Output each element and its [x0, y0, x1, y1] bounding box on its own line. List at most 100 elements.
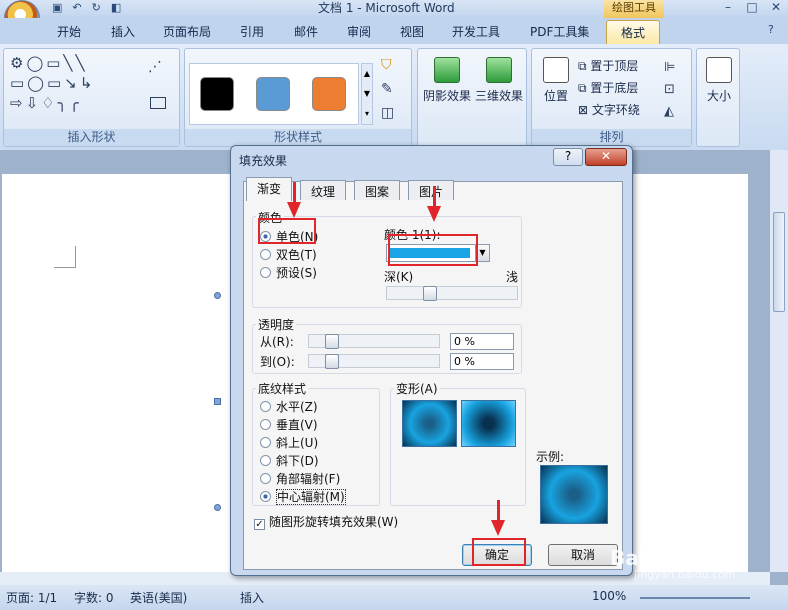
tab-pattern[interactable]: 图案 — [354, 180, 401, 200]
minimize-icon[interactable]: – — [716, 0, 740, 18]
tab-mailings[interactable]: 邮件 — [294, 23, 318, 40]
word-count[interactable]: 字数: 0 — [74, 589, 114, 606]
tab-picture[interactable]: 图片 — [408, 180, 455, 200]
tab-insert[interactable]: 插入 — [111, 23, 135, 40]
selection-handle[interactable] — [214, 398, 221, 405]
help-icon[interactable]: ? — [768, 23, 774, 36]
red-arrow-icon — [287, 202, 301, 218]
language[interactable]: 英语(美国) — [130, 589, 187, 606]
send-to-back-button[interactable]: ⧉ 置于底层 — [578, 79, 638, 96]
page-count[interactable]: 页面: 1/1 — [6, 589, 57, 606]
variants-label: 变形(A) — [394, 380, 440, 397]
radio-diagonal-down[interactable]: 斜下(D) — [260, 452, 319, 469]
help-button[interactable]: ? — [553, 148, 583, 166]
tab-view[interactable]: 视图 — [400, 23, 424, 40]
insert-mode[interactable]: 插入 — [240, 589, 264, 606]
text-wrap-button[interactable]: ⊠ 文字环绕 — [578, 101, 640, 118]
tab-developer[interactable]: 开发工具 — [452, 23, 500, 40]
shading-styles-label: 底纹样式 — [256, 380, 309, 397]
shadow-effects-button[interactable]: 阴影效果 — [422, 55, 472, 115]
dialog-close-button[interactable]: ✕ — [585, 148, 627, 166]
print-preview-icon[interactable]: ◧ — [111, 1, 121, 17]
change-shape-icon[interactable]: ◫ — [381, 105, 394, 121]
radio-preset[interactable]: 预设(S) — [260, 264, 317, 281]
red-arrow-icon — [427, 206, 441, 222]
dialog-title: 填充效果 — [239, 154, 288, 168]
undo-icon[interactable]: ↶ — [72, 1, 81, 17]
radio-horizontal[interactable]: 水平(Z) — [260, 398, 318, 415]
tab-pdf-tools[interactable]: PDF工具集 — [530, 23, 589, 40]
window-title: 文档 1 - Microsoft Word — [318, 1, 455, 15]
bring-front-icon: ⧉ — [578, 59, 591, 73]
selection-handle[interactable] — [214, 292, 221, 299]
redo-icon[interactable]: ↻ — [92, 1, 101, 17]
close-window-icon[interactable]: ✕ — [764, 0, 788, 18]
tab-home[interactable]: 开始 — [57, 23, 81, 40]
variant-1[interactable] — [402, 400, 457, 447]
highlight-ok — [472, 538, 526, 566]
3d-icon — [486, 57, 512, 83]
group-label: 插入形状 — [4, 129, 179, 146]
to-value-input[interactable]: 0 % — [450, 353, 514, 370]
tab-references[interactable]: 引用 — [240, 23, 264, 40]
fill-bucket-icon[interactable]: ⛉ — [381, 57, 392, 73]
maximize-icon[interactable]: □ — [740, 0, 764, 18]
slider-thumb[interactable] — [325, 334, 339, 349]
gallery-scroll[interactable]: ▲ ▼ ▾ — [361, 63, 373, 125]
arrow-stem — [293, 182, 296, 204]
radio-from-corner[interactable]: 角部辐射(F) — [260, 470, 340, 487]
tab-texture[interactable]: 纹理 — [300, 180, 347, 200]
shapes-gallery[interactable]: ⚙◯▭╲╲ ▭◯▭↘↳ ⇨⇩♢╮╭ — [10, 53, 134, 115]
status-bar: 页面: 1/1 字数: 0 英语(美国) 插入 100% — [0, 585, 788, 610]
dark-label: 深(K) — [384, 270, 414, 284]
highlight-color1 — [388, 234, 478, 266]
radio-diagonal-up[interactable]: 斜上(U) — [260, 434, 318, 451]
context-tab-drawing-tools: 绘图工具 — [604, 0, 664, 18]
size-button[interactable]: 大小 — [699, 55, 739, 115]
tab-review[interactable]: 审阅 — [347, 23, 371, 40]
bring-to-front-button[interactable]: ⧉ 置于顶层 — [578, 57, 638, 74]
align-icons[interactable]: ⊫ ⊡ ◭ — [664, 57, 675, 123]
tab-gradient[interactable]: 渐变 — [246, 177, 293, 201]
position-button[interactable]: 位置 — [536, 55, 576, 115]
from-slider[interactable] — [308, 334, 440, 349]
scroll-thumb[interactable] — [773, 212, 785, 312]
to-slider[interactable] — [308, 354, 440, 369]
outline-pen-icon[interactable]: ✎ — [381, 81, 393, 97]
position-icon — [543, 57, 569, 83]
group-label: 排列 — [532, 129, 691, 146]
sample-label: 示例: — [536, 450, 565, 464]
tab-format[interactable]: 格式 — [606, 20, 661, 46]
selection-handle[interactable] — [214, 504, 221, 511]
vertical-scrollbar[interactable] — [770, 150, 788, 572]
style-swatch-orange[interactable] — [312, 77, 346, 111]
3d-effects-button[interactable]: 三维效果 — [474, 55, 524, 115]
text-box-icon[interactable] — [150, 97, 166, 109]
light-label: 浅 — [506, 270, 519, 284]
edit-shape-icon[interactable]: ⋰ — [148, 59, 162, 75]
style-swatch-black[interactable] — [200, 77, 234, 111]
variant-2[interactable] — [461, 400, 516, 447]
ribbon-tabs: 开始 插入 页面布局 引用 邮件 审阅 视图 开发工具 PDF工具集 格式 ? — [0, 18, 788, 46]
style-swatch-blue[interactable] — [256, 77, 290, 111]
cancel-button[interactable]: 取消 — [548, 544, 618, 566]
ribbon: ⚙◯▭╲╲ ▭◯▭↘↳ ⇨⇩♢╮╭ ⋰ 插入形状 ▲ ▼ ▾ ⛉ ✎ ◫ 形状样式 阴影… — [0, 44, 788, 150]
from-value-input[interactable]: 0 % — [450, 333, 514, 350]
rotate-with-shape-checkbox[interactable]: ✓ 随图形旋转填充效果(W) — [254, 513, 398, 530]
shade-slider[interactable] — [386, 286, 518, 301]
save-icon[interactable]: ▣ — [52, 1, 62, 17]
zoom-slider[interactable] — [640, 597, 750, 599]
shadow-3d-group: 阴影效果 三维效果 — [417, 48, 527, 147]
tab-page-layout[interactable]: 页面布局 — [163, 23, 211, 40]
radio-two-colors[interactable]: 双色(T) — [260, 246, 317, 263]
radio-vertical[interactable]: 垂直(V) — [260, 416, 318, 433]
styles-gallery[interactable] — [189, 63, 359, 125]
zoom-level[interactable]: 100% — [592, 589, 626, 603]
slider-thumb[interactable] — [423, 286, 437, 301]
quick-access-toolbar: ▣ ↶ ↻ ◧ — [52, 1, 121, 17]
slider-thumb[interactable] — [325, 354, 339, 369]
checkbox-icon: ✓ — [254, 519, 265, 530]
radio-from-center[interactable]: 中心辐射(M) — [260, 488, 346, 505]
group-label: 形状样式 — [185, 129, 411, 146]
shadow-icon — [434, 57, 460, 83]
